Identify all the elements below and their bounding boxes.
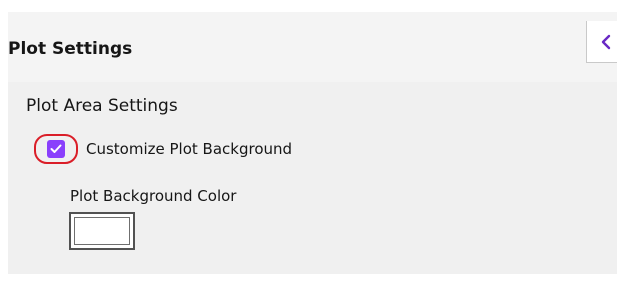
page-title: Plot Settings <box>8 39 133 59</box>
checkbox-highlight-ring <box>34 134 78 164</box>
customize-background-row[interactable]: Customize Plot Background <box>34 132 292 166</box>
checkmark-icon <box>50 144 62 153</box>
plot-area-settings-panel: Plot Area Settings Customize Plot Backgr… <box>8 82 617 274</box>
collapse-panel-button[interactable] <box>586 21 617 63</box>
plot-settings-page: Plot Settings Plot Area Settings Customi… <box>0 0 617 285</box>
background-color-label: Plot Background Color <box>70 187 237 205</box>
section-title: Plot Area Settings <box>26 96 178 116</box>
background-color-swatch[interactable] <box>69 212 135 250</box>
color-swatch-fill <box>74 217 130 245</box>
customize-background-label[interactable]: Customize Plot Background <box>86 139 292 159</box>
chevron-left-icon <box>601 34 610 49</box>
customize-background-checkbox[interactable] <box>47 140 65 158</box>
settings-header: Plot Settings <box>8 12 617 82</box>
